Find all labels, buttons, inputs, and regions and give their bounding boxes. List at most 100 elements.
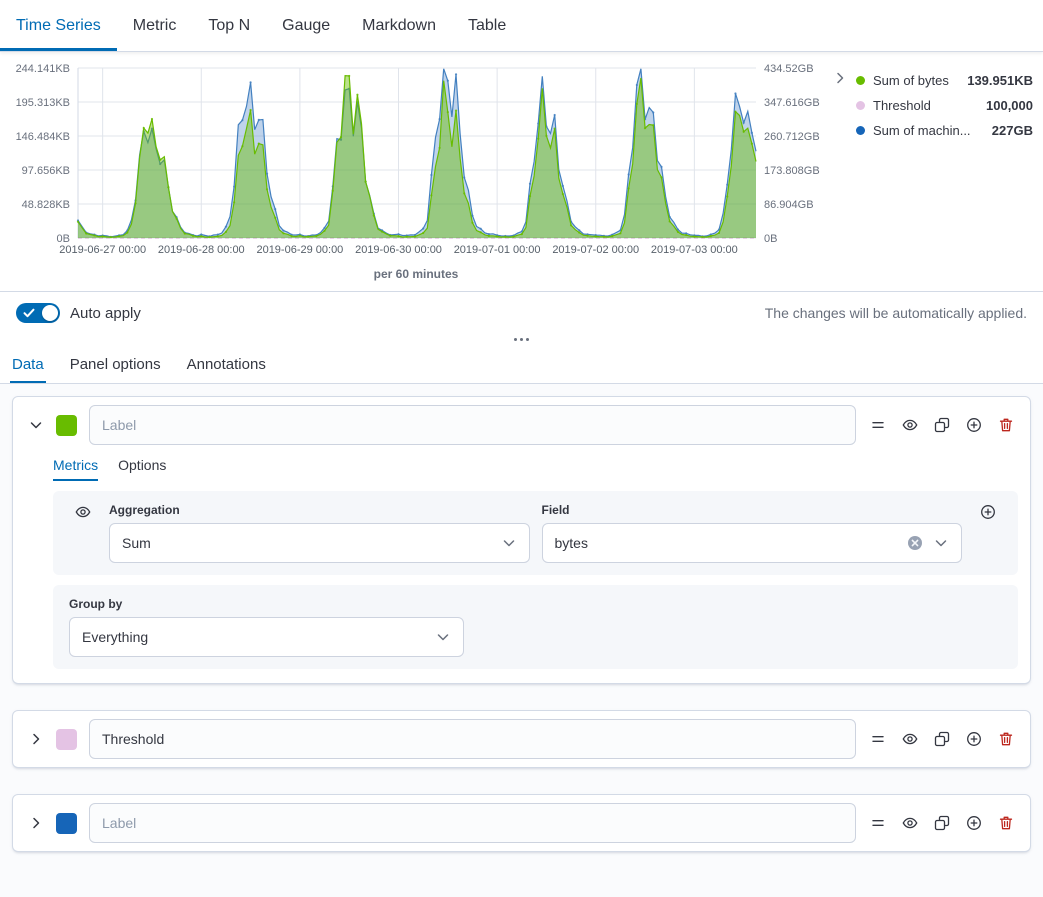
legend-item-sum-of-machine[interactable]: Sum of machin... 227GB [856, 118, 1033, 143]
clone-series-icon[interactable] [934, 417, 950, 433]
editor-tabs: Data Panel options Annotations [0, 347, 1043, 384]
svg-text:0B: 0B [764, 233, 777, 245]
chevron-right-icon [832, 70, 848, 86]
group-by-select[interactable]: Everything [69, 617, 464, 657]
tab-metrics[interactable]: Metrics [53, 457, 98, 481]
svg-text:2019-07-02 00:00: 2019-07-02 00:00 [552, 244, 639, 256]
svg-text:86.904GB: 86.904GB [764, 199, 814, 211]
series-label-input[interactable] [89, 405, 856, 445]
panel-resize-handle[interactable] [0, 334, 1043, 347]
tab-gauge[interactable]: Gauge [266, 0, 346, 51]
auto-apply-toggle[interactable] [16, 303, 60, 323]
eye-icon[interactable] [902, 417, 918, 433]
toggle-knob [42, 305, 58, 321]
series-actions [870, 731, 1018, 747]
series-color-swatch[interactable] [56, 415, 77, 436]
delete-series-icon[interactable] [998, 417, 1014, 433]
tab-data[interactable]: Data [10, 347, 46, 383]
tab-options[interactable]: Options [118, 457, 166, 481]
svg-text:244.141KB: 244.141KB [16, 63, 70, 75]
group-by-panel: Group by Everything [53, 585, 1018, 669]
chart-interval-caption: per 60 minutes [0, 267, 832, 281]
svg-text:2019-06-29 00:00: 2019-06-29 00:00 [256, 244, 343, 256]
drag-handle-icon[interactable] [870, 731, 886, 747]
chevron-right-icon [28, 815, 44, 831]
visualization-type-tabs: Time Series Metric Top N Gauge Markdown … [0, 0, 1043, 52]
add-series-icon[interactable] [966, 417, 982, 433]
aggregation-group: Aggregation Sum [109, 503, 530, 563]
tab-time-series[interactable]: Time Series [0, 0, 117, 51]
clone-series-icon[interactable] [934, 731, 950, 747]
series-card-header [25, 405, 1018, 445]
auto-apply-hint: The changes will be automatically applie… [765, 305, 1027, 321]
series-actions [870, 417, 1018, 433]
tab-panel-options[interactable]: Panel options [68, 347, 163, 383]
clone-series-icon[interactable] [934, 815, 950, 831]
series-card-header [25, 719, 1018, 759]
aggregation-value: Sum [122, 535, 501, 551]
tab-top-n[interactable]: Top N [192, 0, 266, 51]
legend-value: 227GB [992, 123, 1033, 138]
eye-icon[interactable] [902, 731, 918, 747]
clear-field-icon[interactable] [907, 535, 923, 551]
legend-item-threshold[interactable]: Threshold 100,000 [856, 93, 1033, 118]
aggregation-select[interactable]: Sum [109, 523, 530, 563]
svg-text:260.712GB: 260.712GB [764, 131, 820, 143]
svg-text:173.808GB: 173.808GB [764, 165, 820, 177]
expand-series-button[interactable] [25, 812, 47, 834]
tab-annotations[interactable]: Annotations [185, 347, 268, 383]
svg-text:146.484KB: 146.484KB [16, 131, 70, 143]
metric-panel: Aggregation Sum Field bytes [53, 491, 1018, 575]
series-label-input[interactable] [89, 719, 856, 759]
add-series-icon[interactable] [966, 731, 982, 747]
legend-label: Threshold [873, 98, 978, 113]
legend-item-sum-of-bytes[interactable]: Sum of bytes 139.951KB [856, 68, 1033, 93]
auto-apply-row: Auto apply The changes will be automatic… [0, 292, 1043, 334]
field-value: bytes [555, 535, 908, 551]
series-sub-tabs: Metrics Options [25, 445, 1018, 481]
legend-collapse-button[interactable] [832, 58, 854, 281]
legend-dot [856, 126, 865, 135]
metric-eye-icon[interactable] [69, 503, 97, 521]
series-card-1: Metrics Options Aggregation Sum Field [12, 396, 1031, 684]
delete-series-icon[interactable] [998, 815, 1014, 831]
chevron-down-icon [933, 535, 949, 551]
chart-section: 244.141KB434.52GB195.313KB347.616GB146.4… [0, 52, 1043, 281]
series-card-header [25, 803, 1018, 843]
svg-text:2019-06-27 00:00: 2019-06-27 00:00 [59, 244, 146, 256]
svg-text:97.656KB: 97.656KB [22, 165, 70, 177]
legend-dot [856, 101, 865, 110]
series-color-swatch[interactable] [56, 729, 77, 750]
svg-text:2019-06-30 00:00: 2019-06-30 00:00 [355, 244, 442, 256]
field-label: Field [542, 503, 963, 517]
drag-handle-icon[interactable] [870, 815, 886, 831]
legend-value: 100,000 [986, 98, 1033, 113]
add-metric-icon[interactable] [974, 503, 1002, 521]
tab-table[interactable]: Table [452, 0, 522, 51]
field-group: Field bytes [542, 503, 963, 563]
legend-label: Sum of machin... [873, 123, 984, 138]
add-series-icon[interactable] [966, 815, 982, 831]
eye-icon[interactable] [902, 815, 918, 831]
expand-series-button[interactable] [25, 728, 47, 750]
time-series-chart: 244.141KB434.52GB195.313KB347.616GB146.4… [0, 58, 832, 281]
chart-legend: Sum of bytes 139.951KB Threshold 100,000… [854, 58, 1043, 281]
tab-markdown[interactable]: Markdown [346, 0, 452, 51]
collapse-series-button[interactable] [25, 414, 47, 436]
tab-metric[interactable]: Metric [117, 0, 193, 51]
aggregation-label: Aggregation [109, 503, 530, 517]
series-color-swatch[interactable] [56, 813, 77, 834]
chevron-down-icon [435, 629, 451, 645]
chevron-down-icon [28, 417, 44, 433]
svg-text:48.828KB: 48.828KB [22, 199, 70, 211]
chevron-down-icon [501, 535, 517, 551]
field-combobox[interactable]: bytes [542, 523, 963, 563]
series-label-input[interactable] [89, 803, 856, 843]
legend-dot [856, 76, 865, 85]
svg-text:195.313KB: 195.313KB [16, 97, 70, 109]
series-card-3 [12, 794, 1031, 852]
drag-handle-icon[interactable] [870, 417, 886, 433]
delete-series-icon[interactable] [998, 731, 1014, 747]
tsvb-chart-svg: 244.141KB434.52GB195.313KB347.616GB146.4… [0, 58, 832, 264]
svg-text:2019-06-28 00:00: 2019-06-28 00:00 [158, 244, 245, 256]
